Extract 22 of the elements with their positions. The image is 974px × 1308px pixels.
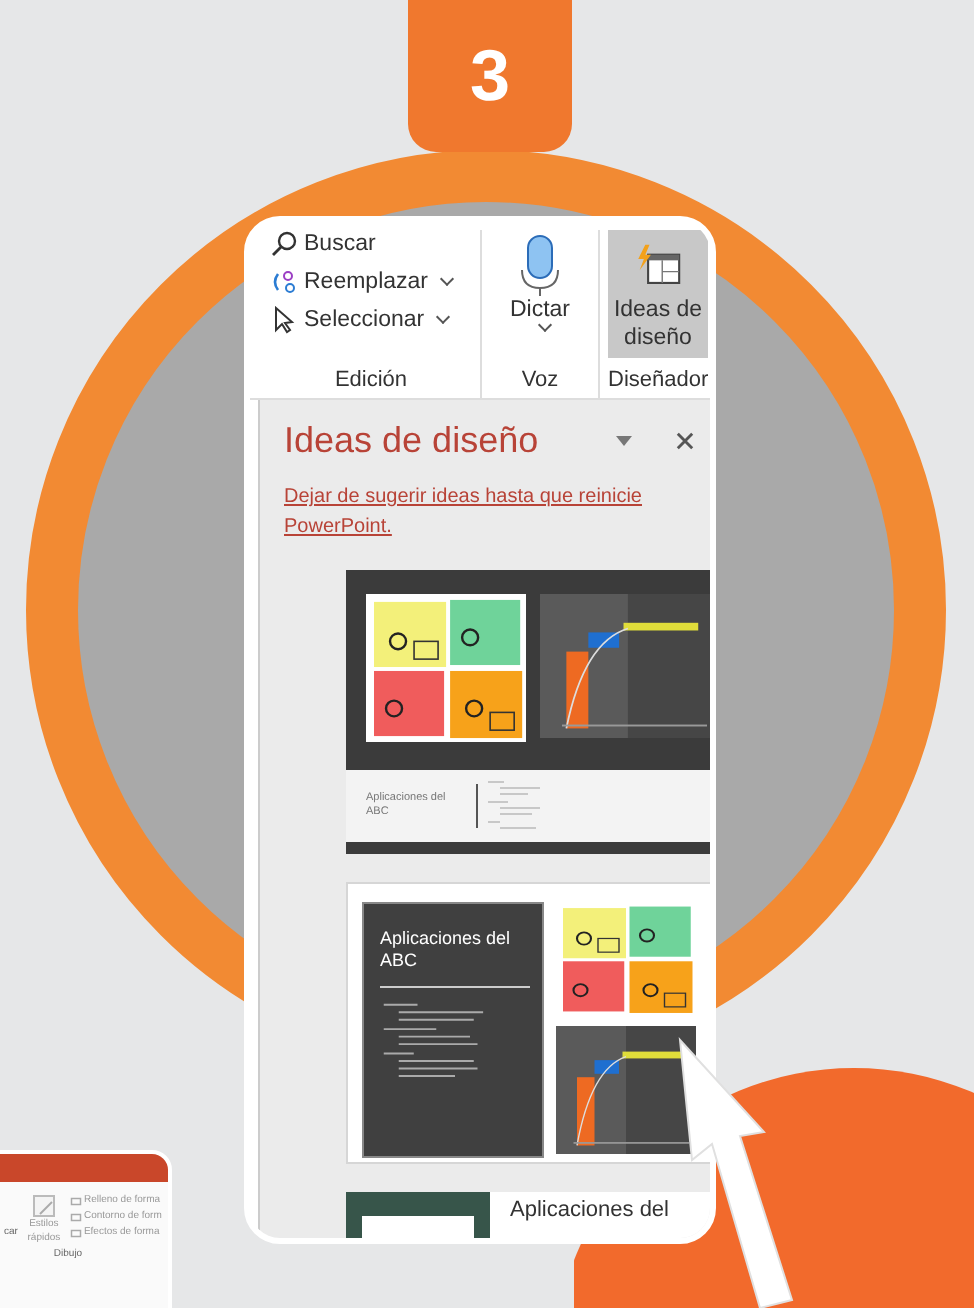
group-label: Edición bbox=[332, 368, 410, 396]
shape-style-icon[interactable] bbox=[31, 1194, 56, 1218]
stop-suggestions-link[interactable]: Dejar de sugerir ideas hasta que reinicie PowerPoint. bbox=[284, 482, 710, 542]
design-thumbnail[interactable]: Aplicaciones del bbox=[346, 1192, 710, 1238]
step-number: 3 bbox=[408, 0, 572, 152]
design-thumbnail[interactable]: Aplicaciones del ABC bbox=[346, 882, 710, 1164]
search-icon bbox=[270, 230, 298, 258]
group-label: Voz bbox=[519, 368, 561, 396]
microphone-icon bbox=[516, 234, 564, 298]
ribbon-button[interactable]: Dictar bbox=[490, 230, 590, 358]
ribbon-command[interactable]: Seleccionar bbox=[270, 306, 452, 334]
cursor-icon bbox=[270, 306, 298, 334]
ribbon-command[interactable]: Buscar bbox=[270, 230, 452, 258]
dropdown-icon[interactable] bbox=[616, 436, 632, 446]
ribbon-button[interactable]: Ideas de diseño bbox=[608, 230, 708, 358]
pane-title: Ideas de diseño bbox=[284, 420, 541, 462]
replace-icon bbox=[270, 268, 298, 296]
close-icon[interactable] bbox=[676, 432, 694, 450]
group-label: Diseñador bbox=[608, 368, 709, 396]
slide-title: Aplicaciones del ABC bbox=[380, 928, 513, 972]
ribbon-command[interactable]: Reemplazar bbox=[270, 268, 452, 296]
slide-title: Aplicaciones del bbox=[510, 1198, 669, 1222]
